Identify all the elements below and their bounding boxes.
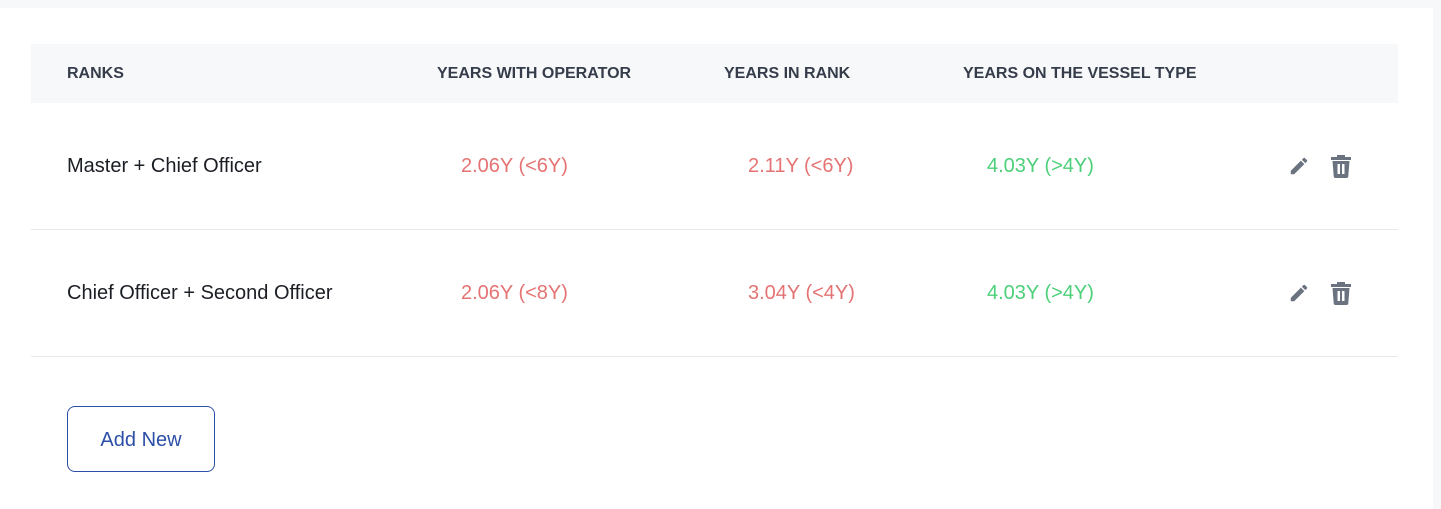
pencil-icon	[1290, 284, 1308, 302]
trash-icon	[1331, 282, 1351, 305]
edit-button[interactable]	[1286, 280, 1312, 306]
cell-years-in-rank: 2.11Y (<6Y)	[748, 155, 854, 177]
delete-button[interactable]	[1328, 280, 1354, 306]
table-row: Chief Officer + Second Officer 2.06Y (<8…	[31, 230, 1398, 357]
header-years-on-vessel-type: YEARS ON THE VESSEL TYPE	[963, 65, 1197, 82]
cell-ranks: Chief Officer + Second Officer	[67, 282, 333, 304]
cell-years-with-operator: 2.06Y (<6Y)	[461, 155, 568, 177]
cell-ranks: Master + Chief Officer	[67, 155, 262, 177]
header-years-in-rank: YEARS IN RANK	[724, 65, 851, 82]
table-row: Master + Chief Officer 2.06Y (<6Y) 2.11Y…	[31, 103, 1398, 230]
add-new-button[interactable]: Add New	[67, 406, 215, 472]
delete-button[interactable]	[1328, 153, 1354, 179]
edit-button[interactable]	[1286, 153, 1312, 179]
table-header: RANKS YEARS WITH OPERATOR YEARS IN RANK …	[31, 44, 1398, 103]
trash-icon	[1331, 155, 1351, 178]
header-ranks: RANKS	[67, 65, 124, 82]
cell-years-with-operator: 2.06Y (<8Y)	[461, 282, 568, 304]
cell-years-in-rank: 3.04Y (<4Y)	[748, 282, 855, 304]
cell-years-on-vessel-type: 4.03Y (>4Y)	[987, 155, 1094, 177]
pencil-icon	[1290, 157, 1308, 175]
header-years-with-operator: YEARS WITH OPERATOR	[437, 65, 632, 82]
crew-matrix-card: RANKS YEARS WITH OPERATOR YEARS IN RANK …	[0, 8, 1433, 509]
cell-years-on-vessel-type: 4.03Y (>4Y)	[987, 282, 1094, 304]
